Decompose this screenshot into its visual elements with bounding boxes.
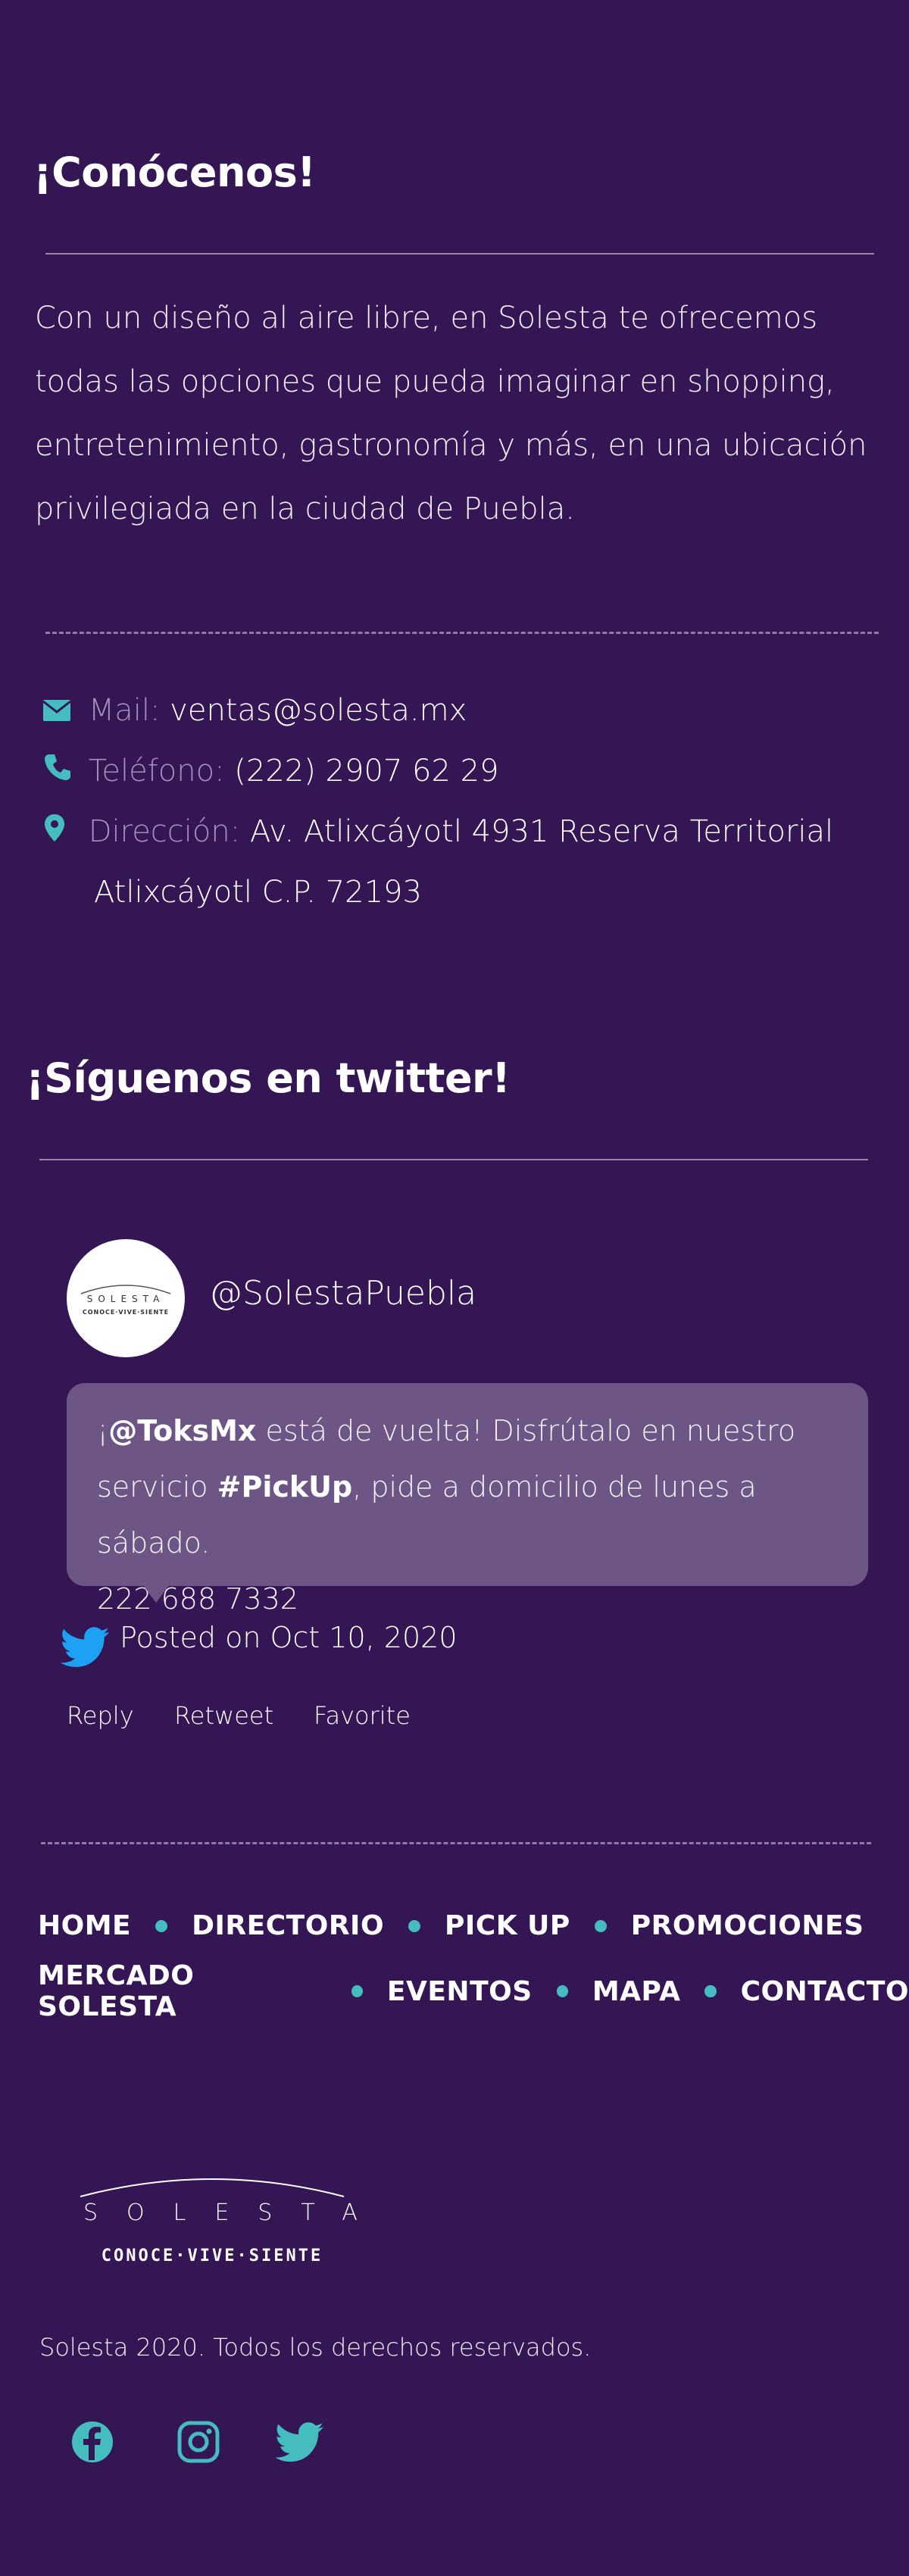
twitter-bird-icon xyxy=(61,1627,110,1667)
avatar-logo-tagline: CONOCE·VIVE·SIENTE xyxy=(82,1308,170,1316)
dashed-divider xyxy=(45,632,879,634)
mail-label: Mail: xyxy=(88,693,161,728)
facebook-icon[interactable] xyxy=(68,2418,117,2466)
nav-mapa[interactable]: MAPA xyxy=(592,1976,681,2007)
twitter-icon[interactable] xyxy=(274,2418,324,2466)
avatar-logo-word: SOLESTA xyxy=(86,1293,165,1304)
tweet-mention[interactable]: @ToksMx xyxy=(108,1414,256,1447)
mail-link[interactable]: ventas@solesta.mx xyxy=(170,693,467,728)
tweet-phone: 222 688 7332 xyxy=(97,1582,298,1616)
nav-separator xyxy=(556,1985,568,1997)
address-value-line2: Atlixcáyotl C.P. 72193 xyxy=(94,875,422,910)
nav-mercado-solesta[interactable]: MERCADO SOLESTA xyxy=(38,1960,327,2022)
mail-icon xyxy=(42,682,79,742)
nav-home[interactable]: HOME xyxy=(38,1910,131,1941)
nav-separator xyxy=(408,1919,421,1932)
tweet-hashtag[interactable]: #PickUp xyxy=(217,1470,353,1503)
logo-arc-icon xyxy=(80,2178,345,2197)
tweet-bubble-tail xyxy=(142,1585,170,1603)
footer-logo-tagline: CONOCE·VIVE·SIENTE xyxy=(101,2247,323,2265)
footer-nav-row-2: MERCADO SOLESTA EVENTOS MAPA CONTACTO xyxy=(38,1960,909,2022)
footer-nav-row-1: HOME DIRECTORIO PICK UP PROMOCIONES xyxy=(38,1910,864,1941)
dashed-divider xyxy=(41,1842,871,1844)
nav-separator xyxy=(351,1985,363,1997)
phone-label: Teléfono: xyxy=(88,754,225,788)
nav-directorio[interactable]: DIRECTORIO xyxy=(192,1910,384,1941)
twitter-avatar[interactable]: SOLESTA CONOCE·VIVE·SIENTE xyxy=(67,1239,185,1357)
about-title: ¡Conócenos! xyxy=(33,148,316,196)
copyright-text: Solesta 2020. Todos los derechos reserva… xyxy=(39,2333,592,2362)
nav-separator xyxy=(594,1919,607,1932)
about-text: Con un diseño al aire libre, en Solesta … xyxy=(35,301,867,526)
phone-icon xyxy=(42,742,79,803)
nav-eventos[interactable]: EVENTOS xyxy=(387,1976,533,2007)
tweet-posted-date: Posted on Oct 10, 2020 xyxy=(120,1621,458,1654)
contact-mail: Mail: ventas@solesta.mx xyxy=(42,680,467,742)
nav-separator xyxy=(704,1985,717,1997)
divider xyxy=(45,253,874,254)
map-pin-icon xyxy=(42,803,79,863)
footer-logo-word: SOLESTA xyxy=(83,2200,386,2226)
tweet-retweet-link[interactable]: Retweet xyxy=(174,1701,273,1730)
address-value: Av. Atlixcáyotl 4931 Reserva Territorial xyxy=(249,814,834,849)
contact-address: Dirección: Av. Atlixcáyotl 4931 Reserva … xyxy=(42,801,883,863)
instagram-icon[interactable] xyxy=(174,2418,223,2466)
phone-link[interactable]: (222) 2907 62 29 xyxy=(234,754,498,788)
twitter-handle-link[interactable]: @SolestaPuebla xyxy=(209,1274,476,1313)
nav-contacto[interactable]: CONTACTO xyxy=(741,1976,909,2007)
nav-separator xyxy=(155,1919,168,1932)
tweet-bubble: ¡@ToksMx está de vuelta! Disfrútalo en n… xyxy=(67,1383,868,1616)
nav-promociones[interactable]: PROMOCIONES xyxy=(631,1910,864,1941)
tweet-favorite-link[interactable]: Favorite xyxy=(314,1701,411,1730)
nav-pick-up[interactable]: PICK UP xyxy=(445,1910,570,1941)
contact-phone: Teléfono: (222) 2907 62 29 xyxy=(42,741,499,803)
twitter-section-title: ¡Síguenos en twitter! xyxy=(26,1054,511,1102)
divider xyxy=(39,1159,868,1160)
tweet-reply-link[interactable]: Reply xyxy=(67,1701,134,1730)
footer-logo[interactable]: SOLESTA CONOCE·VIVE·SIENTE xyxy=(76,2168,386,2274)
tweet-prefix: ¡ xyxy=(97,1414,109,1447)
address-label: Dirección: xyxy=(88,814,241,849)
